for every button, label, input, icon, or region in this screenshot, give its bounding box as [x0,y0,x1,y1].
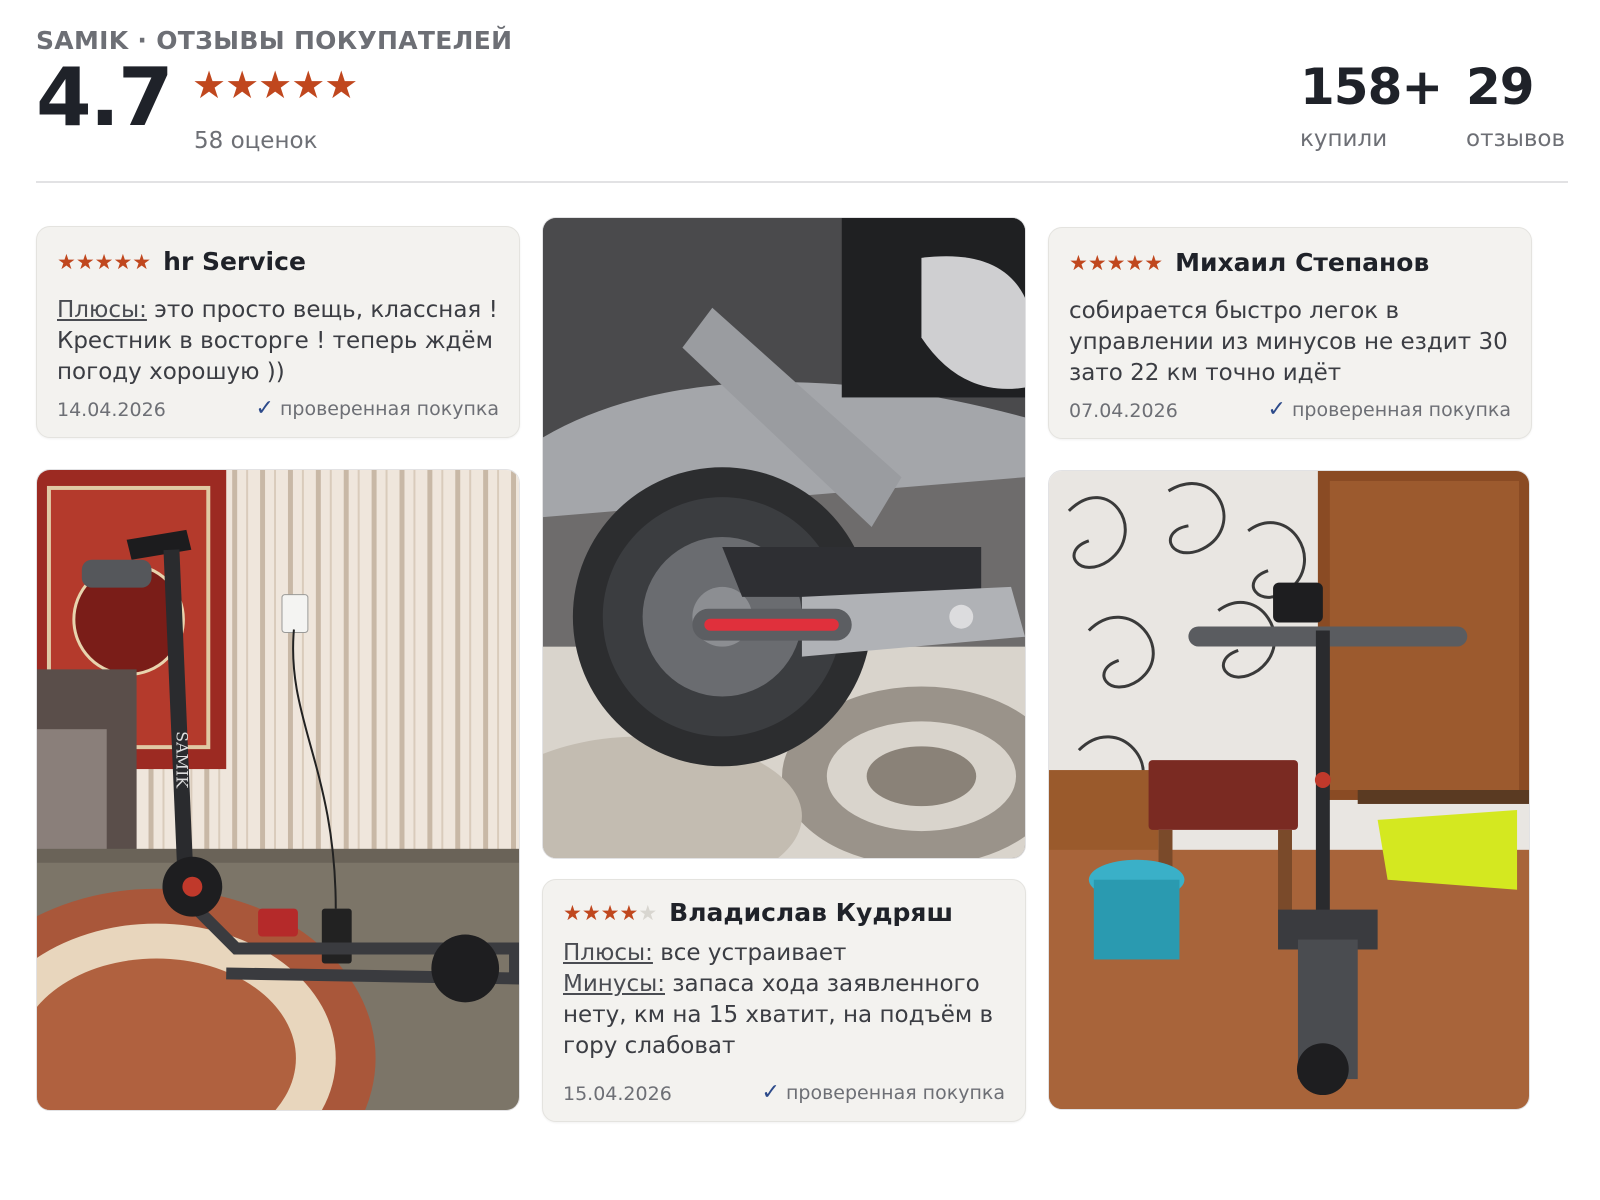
cons-label: Минусы: [563,971,665,997]
scooter-brand-text: SAMIK [172,731,191,789]
average-stars: ★★★★★ [192,63,358,107]
pros-label: Плюсы: [563,940,653,966]
review-date: 15.04.2026 [563,1083,672,1105]
verified-badge: ✓ проверенная покупка [1267,397,1511,422]
verified-badge: ✓ проверенная покупка [761,1080,1005,1105]
bought-label: купили [1300,126,1388,152]
review-header: ★★★★★ hr Service [57,247,306,276]
review-stars: ★★★★★ [57,249,152,274]
average-rating: 4.7 [36,51,174,144]
pros-text: все устраивает [652,940,847,966]
header-divider [36,181,1568,183]
review-date: 07.04.2026 [1069,400,1178,422]
review-text: собирается быстро легок в управлении из … [1069,298,1508,386]
check-icon: ✓ [1267,397,1286,422]
bought-count: 158+ [1300,58,1443,116]
review-header: ★★★★★ Владислав Кудряш [563,898,953,927]
review-card[interactable]: ★★★★★ Михаил Степанов собирается быстро … [1048,227,1532,439]
review-header: ★★★★★ Михаил Степанов [1069,248,1429,277]
scooter-photo-image: SAMIK [37,470,519,1110]
reviews-count: 29 [1466,58,1535,116]
review-photo[interactable]: SAMIK [36,469,520,1111]
review-text: Плюсы: это просто вещь, классная ! Крест… [57,295,503,388]
review-date: 14.04.2026 [57,399,166,421]
reviews-stat: 29 отзывов [1466,62,1565,152]
reviews-label: отзывов [1466,126,1566,152]
check-icon: ✓ [255,396,274,421]
ratings-count: 58 оценок [194,128,318,154]
scooter-room-photo-image [1049,471,1529,1109]
review-card[interactable]: ★★★★★ hr Service Плюсы: это просто вещь,… [36,226,520,438]
review-stars: ★★★★★ [1069,250,1164,275]
verified-badge: ✓ проверенная покупка [255,396,499,421]
review-author: Михаил Степанов [1175,248,1430,277]
check-icon: ✓ [761,1080,780,1105]
review-photo[interactable] [1048,470,1530,1110]
pros-label: Плюсы: [57,297,147,323]
review-text: Плюсы: все устраивает Минусы: запаса ход… [563,938,1009,1062]
review-stars: ★★★★★ [563,900,658,925]
bought-stat: 158+ купили [1300,58,1443,152]
review-author: Владислав Кудряш [669,898,954,927]
rear-wheel-photo-image [543,218,1025,858]
review-author: hr Service [163,247,306,276]
review-card[interactable]: ★★★★★ Владислав Кудряш Плюсы: все устраи… [542,879,1026,1122]
review-photo[interactable] [542,217,1026,859]
